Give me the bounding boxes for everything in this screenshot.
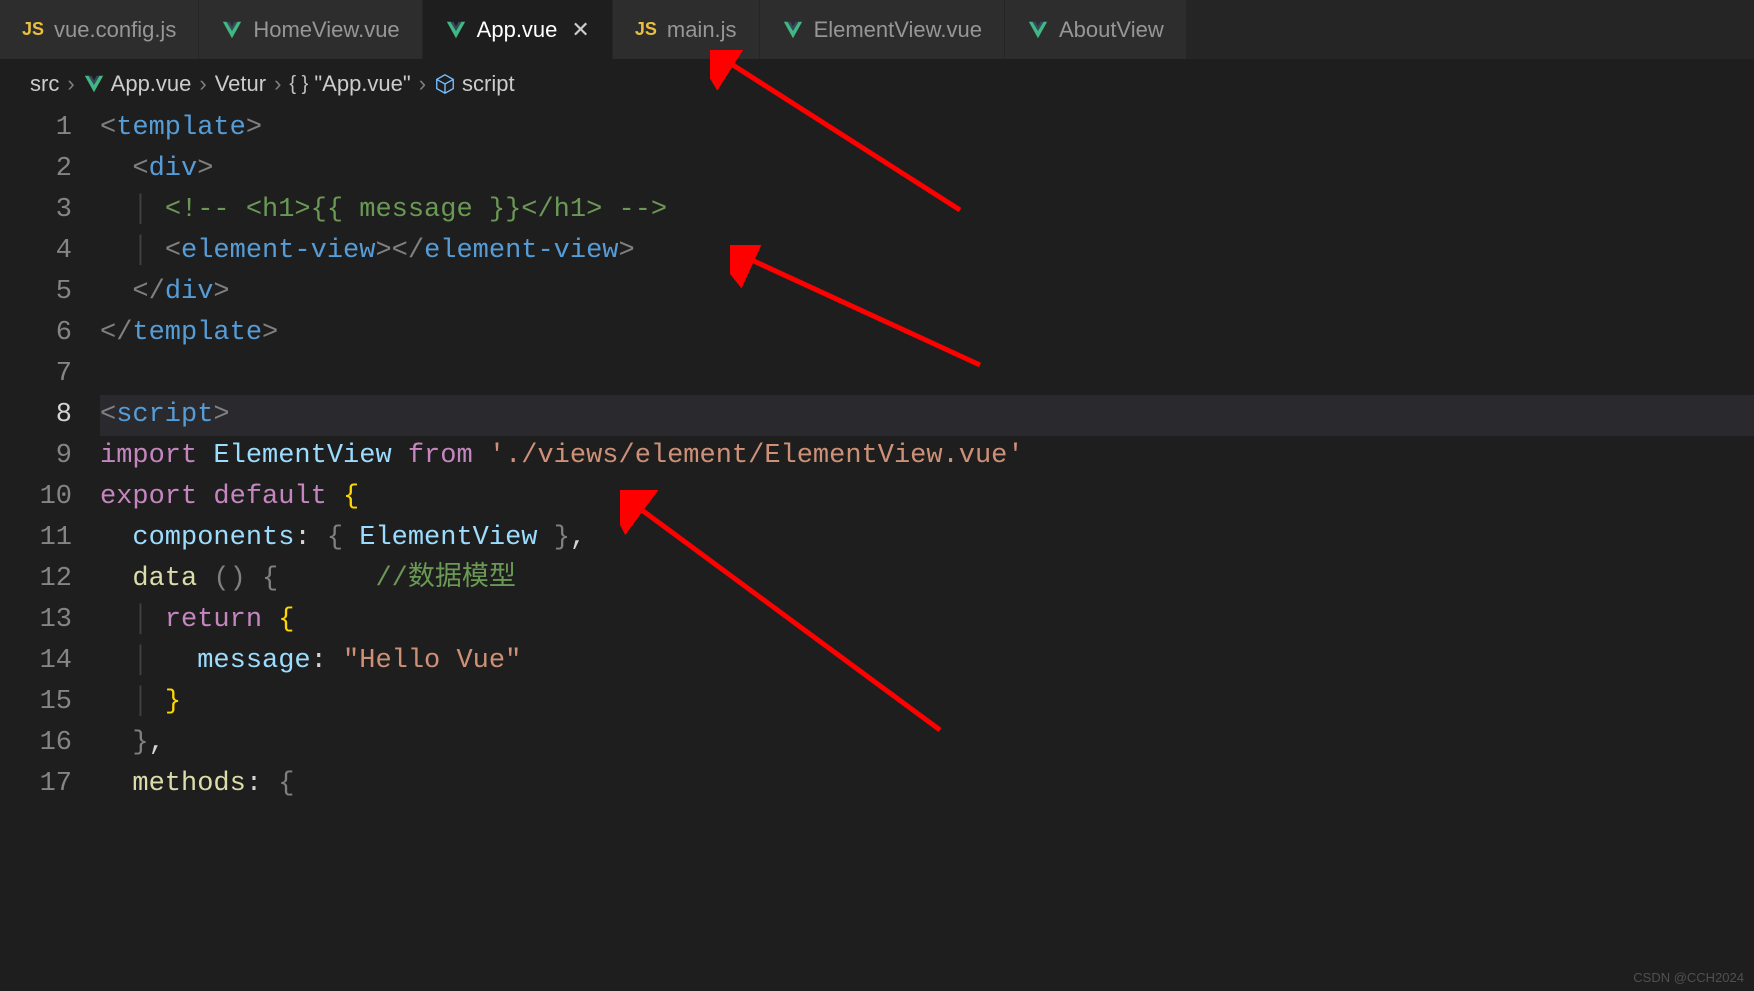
vue-file-icon (782, 19, 804, 41)
editor-tabs: JS vue.config.js HomeView.vue App.vue ✕ JS mai… (0, 0, 1754, 60)
line-number: 12 (30, 559, 72, 600)
breadcrumb-item[interactable]: App.vue (83, 71, 192, 97)
code-line[interactable]: data () { //数据模型 (100, 559, 1754, 600)
breadcrumb-label: src (30, 71, 59, 97)
line-number: 11 (30, 518, 72, 559)
chevron-right-icon: › (274, 71, 281, 97)
tab-label: App.vue (477, 17, 558, 43)
code-editor[interactable]: 1234567891011121314151617 <template> <di… (0, 108, 1754, 805)
line-number: 15 (30, 682, 72, 723)
line-number: 4 (30, 231, 72, 272)
line-numbers-gutter: 1234567891011121314151617 (30, 108, 100, 805)
vue-file-icon (1027, 19, 1049, 41)
tab-elementview-vue[interactable]: ElementView.vue (760, 0, 1004, 59)
tab-label: HomeView.vue (253, 17, 399, 43)
code-line[interactable]: │ return { (100, 600, 1754, 641)
code-line[interactable]: │ <element-view></element-view> (100, 231, 1754, 272)
close-icon[interactable]: ✕ (571, 17, 589, 43)
module-icon (434, 73, 456, 95)
code-line[interactable]: │ } (100, 682, 1754, 723)
line-number: 17 (30, 764, 72, 805)
tab-aboutview[interactable]: AboutView (1005, 0, 1186, 59)
code-line[interactable] (100, 354, 1754, 395)
breadcrumb: src › App.vue › Vetur › { } "App.vue" › script (0, 60, 1754, 108)
code-line[interactable]: export default { (100, 477, 1754, 518)
vue-file-icon (221, 19, 243, 41)
line-number: 16 (30, 723, 72, 764)
code-line[interactable]: │ message: "Hello Vue" (100, 641, 1754, 682)
code-area[interactable]: <template> <div> │ <!-- <h1>{{ message }… (100, 108, 1754, 805)
line-number: 2 (30, 149, 72, 190)
breadcrumb-label: Vetur (215, 71, 266, 97)
line-number: 14 (30, 641, 72, 682)
chevron-right-icon: › (199, 71, 206, 97)
chevron-right-icon: › (67, 71, 74, 97)
breadcrumb-item[interactable]: script (434, 71, 515, 97)
js-file-icon: JS (635, 19, 657, 40)
code-line[interactable]: </template> (100, 313, 1754, 354)
code-line[interactable]: │ <!-- <h1>{{ message }}</h1> --> (100, 190, 1754, 231)
breadcrumb-label: script (462, 71, 515, 97)
line-number: 5 (30, 272, 72, 313)
js-file-icon: JS (22, 19, 44, 40)
tab-label: ElementView.vue (814, 17, 982, 43)
tab-homeview-vue[interactable]: HomeView.vue (199, 0, 421, 59)
code-line[interactable]: }, (100, 723, 1754, 764)
line-number: 13 (30, 600, 72, 641)
line-number: 10 (30, 477, 72, 518)
breadcrumb-item[interactable]: Vetur (215, 71, 266, 97)
line-number: 7 (30, 354, 72, 395)
chevron-right-icon: › (419, 71, 426, 97)
tab-app-vue[interactable]: App.vue ✕ (423, 0, 612, 59)
breadcrumb-item[interactable]: { } "App.vue" (289, 71, 410, 97)
breadcrumb-label: "App.vue" (314, 71, 410, 97)
code-line[interactable]: components: { ElementView }, (100, 518, 1754, 559)
braces-icon: { } (289, 73, 308, 96)
breadcrumb-label: App.vue (111, 71, 192, 97)
tab-label: vue.config.js (54, 17, 176, 43)
line-number: 6 (30, 313, 72, 354)
line-number: 3 (30, 190, 72, 231)
tab-label: main.js (667, 17, 737, 43)
breadcrumb-item[interactable]: src (30, 71, 59, 97)
line-number: 1 (30, 108, 72, 149)
code-line[interactable]: <script> (100, 395, 1754, 436)
code-line[interactable]: import ElementView from './views/element… (100, 436, 1754, 477)
tab-vue-config-js[interactable]: JS vue.config.js (0, 0, 198, 59)
code-line[interactable]: <template> (100, 108, 1754, 149)
code-line[interactable]: <div> (100, 149, 1754, 190)
line-number: 8 (30, 395, 72, 436)
line-number: 9 (30, 436, 72, 477)
vue-file-icon (445, 19, 467, 41)
code-line[interactable]: </div> (100, 272, 1754, 313)
watermark: CSDN @CCH2024 (1633, 970, 1744, 985)
code-line[interactable]: methods: { (100, 764, 1754, 805)
vue-file-icon (83, 73, 105, 95)
tab-label: AboutView (1059, 17, 1164, 43)
tab-main-js[interactable]: JS main.js (613, 0, 759, 59)
